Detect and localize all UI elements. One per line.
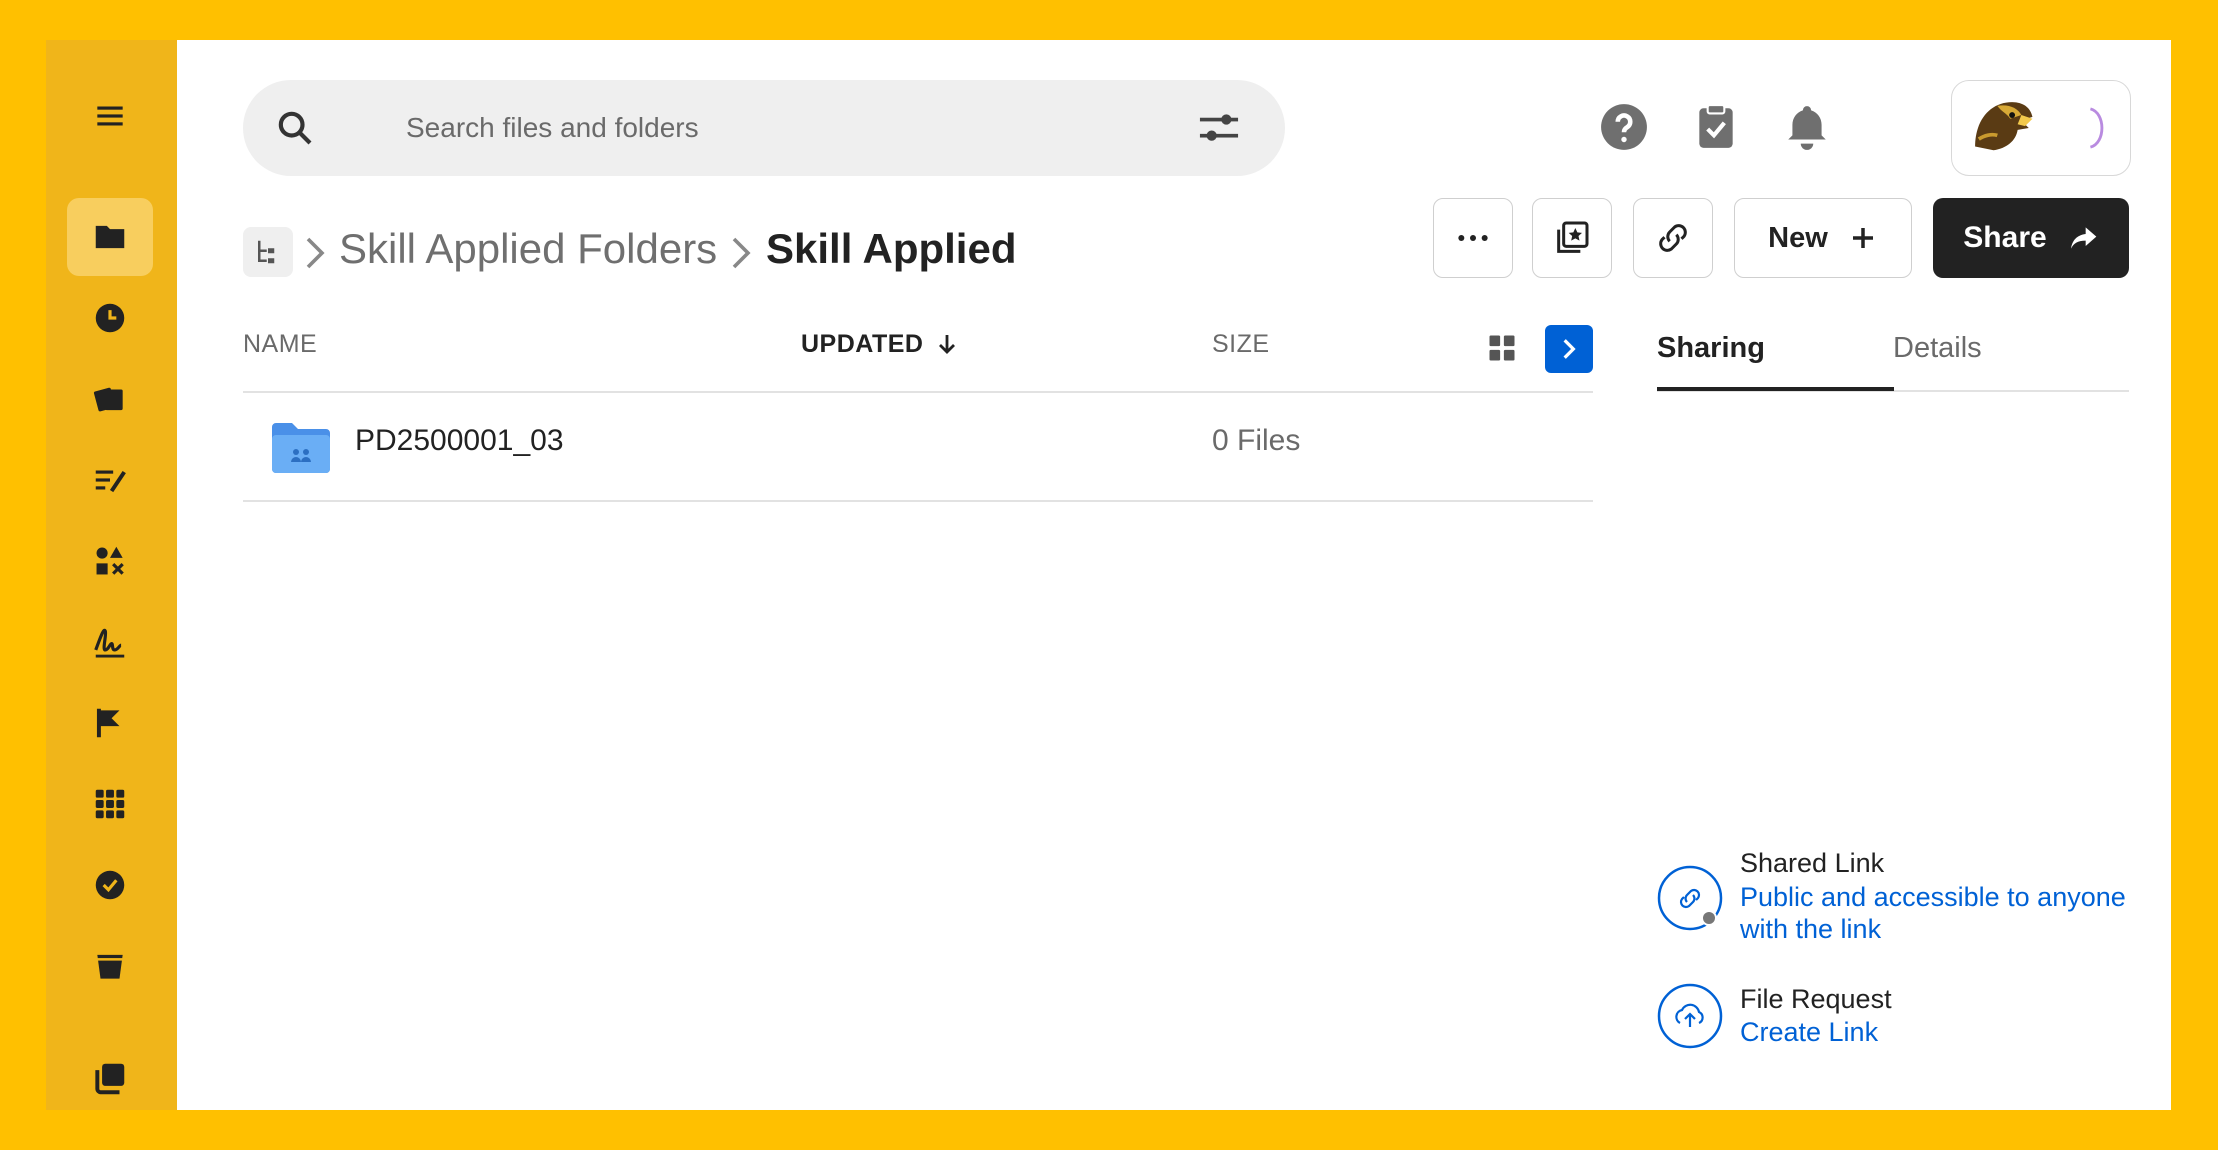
file-request-title: File Request [1740,984,1892,1014]
create-link-link[interactable]: Create Link [1740,1016,2160,1048]
collections-icon [93,387,123,412]
nav-app-center[interactable] [67,765,153,843]
menu-button[interactable] [67,77,153,155]
link-icon [1659,224,1687,252]
shared-link-title: Shared Link [1740,848,1885,878]
search-input[interactable]: Search files and folders [406,112,699,144]
copy-link-button[interactable] [1633,198,1713,278]
nav-tasks[interactable] [67,846,153,924]
share-arrow-icon [2070,227,2097,249]
bell-icon[interactable] [1782,102,1832,152]
add-to-collection-icon [1557,221,1589,253]
folder-tree-button[interactable] [243,227,293,277]
grid-view-icon[interactable] [1487,333,1517,363]
trash-icon [97,954,123,979]
share-button[interactable]: Share [1933,198,2129,278]
header-divider [243,391,1593,393]
flags-icon [96,708,120,738]
nav-sign[interactable] [67,603,153,681]
sidebar [46,40,177,1110]
file-size: 0 Files [1212,424,1301,457]
share-button-label: Share [1963,221,2047,254]
stack-icon [95,1063,125,1095]
check-circle-icon [95,870,125,900]
nav-recents[interactable] [67,279,153,357]
tasks-icon[interactable] [1691,102,1741,152]
plus-icon [1852,228,1873,248]
nav-notes[interactable] [67,441,153,519]
notes-icon [95,470,126,493]
tab-sharing[interactable]: Sharing [1657,332,1765,365]
arrow-down-icon [938,335,955,354]
nav-trash[interactable] [67,927,153,1005]
column-header-updated-label: UPDATED [801,330,924,358]
column-header-name[interactable]: NAME [243,330,317,359]
main-content: Search files and folders Skill Applied F… [177,40,2171,1110]
column-header-size[interactable]: SIZE [1212,330,1270,359]
help-icon[interactable] [1599,102,1649,152]
grid-apps-icon [95,789,125,819]
search-bar[interactable]: Search files and folders [243,80,1285,176]
column-header-updated[interactable]: UPDATED [801,330,959,359]
shared-folder-icon [272,423,330,473]
shared-link-description[interactable]: Public and accessible to anyone with the… [1740,881,2160,945]
more-options-button[interactable] [1433,198,1513,278]
signature-icon [94,628,125,658]
search-icon [278,111,312,145]
breadcrumb-item[interactable]: Skill Applied Folders [339,225,717,273]
file-name[interactable]: PD2500001_03 [355,424,564,458]
chevron-right-icon [306,237,325,269]
filter-icon[interactable] [1197,110,1241,146]
folder-icon [95,225,125,249]
loading-spinner-icon [2089,107,2104,149]
tab-details[interactable]: Details [1893,332,1982,365]
ellipsis-icon [1458,235,1488,241]
nav-collections[interactable] [67,360,153,438]
upload-cloud-icon [1657,983,1723,1049]
nav-stack[interactable] [67,1039,153,1117]
breadcrumb-current: Skill Applied [766,225,1017,272]
nav-relay[interactable] [67,684,153,762]
menu-icon [97,106,123,126]
clock-icon [95,303,125,333]
new-button-label: New [1768,221,1828,254]
row-divider [243,500,1593,502]
apps-shapes-icon [96,546,124,575]
account-button[interactable] [1951,80,2131,176]
nav-apps[interactable] [67,522,153,600]
chevron-right-icon [1563,339,1576,359]
toggle-sidebar-button[interactable] [1545,325,1593,373]
active-tab-indicator [1657,387,1894,391]
folder-tree-icon [258,240,275,264]
chevron-right-icon [732,237,751,269]
shared-link-icon [1657,865,1723,931]
new-button[interactable]: New [1734,198,1912,278]
add-to-collection-button[interactable] [1532,198,1612,278]
nav-all-files[interactable] [67,198,153,276]
eagle-avatar-icon [1975,102,2033,151]
